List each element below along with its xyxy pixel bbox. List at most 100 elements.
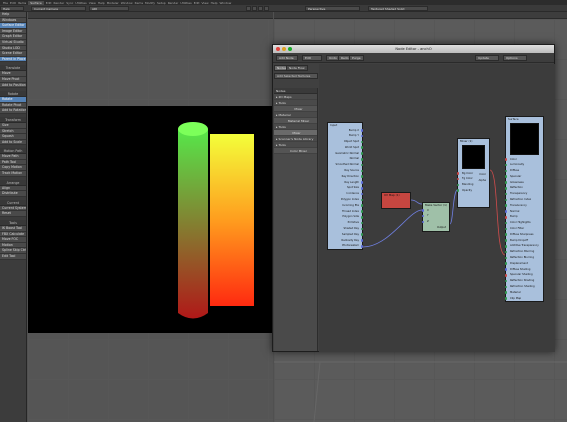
node-mixer[interactable]: Mixer (1) Bg Color Fg Color Blending Opacity… xyxy=(456,138,490,208)
port-dot[interactable] xyxy=(421,214,425,218)
node-list-item[interactable]: Color Mixer xyxy=(274,148,317,154)
menu-item[interactable]: View xyxy=(89,1,96,5)
port-dot[interactable] xyxy=(456,172,460,175)
menu-item[interactable]: Utilities xyxy=(75,1,86,5)
view-mode-select[interactable]: Perspective xyxy=(305,6,360,11)
viewport-zoom-button[interactable] xyxy=(258,6,263,11)
menu-item[interactable]: Window xyxy=(219,1,231,5)
node-editor-titlebar[interactable]: Node Editor - anchO xyxy=(273,45,554,53)
port-dot[interactable] xyxy=(504,181,508,184)
port-dot[interactable] xyxy=(360,221,364,225)
port-dot[interactable] xyxy=(504,279,508,283)
port-dot[interactable] xyxy=(504,163,508,167)
port-dot[interactable] xyxy=(360,239,364,242)
port-dot[interactable] xyxy=(360,233,364,236)
node-editor-window[interactable]: Node Editor - anchO Add Node Edit Undo Redo… xyxy=(272,44,555,352)
port-dot[interactable] xyxy=(504,239,508,242)
port-dot[interactable] xyxy=(504,175,508,178)
port-dot[interactable] xyxy=(360,227,364,231)
sidebar-item[interactable]: Distribute xyxy=(0,191,26,197)
port-dot[interactable] xyxy=(360,181,364,184)
menu-item[interactable]: Help xyxy=(211,1,218,5)
viewport-rotate-button[interactable] xyxy=(252,6,257,11)
port-dot[interactable] xyxy=(360,198,364,202)
port-dot[interactable] xyxy=(504,169,508,173)
port-dot[interactable] xyxy=(360,175,364,178)
sidebar-item[interactable]: Edit Tool xyxy=(0,254,26,260)
node-toolbar-button[interactable]: Options xyxy=(503,55,527,61)
menu-item[interactable]: Help xyxy=(98,1,105,5)
node-filter-input[interactable]: Add Selected Textures xyxy=(274,73,318,79)
menu-item[interactable]: File xyxy=(3,1,8,5)
port-dot[interactable] xyxy=(360,204,364,207)
node-menu-button[interactable]: Edit xyxy=(302,55,322,61)
sidebar-item[interactable]: Add to Rotation xyxy=(0,108,26,114)
port-dot[interactable] xyxy=(360,216,364,219)
maximize-icon[interactable] xyxy=(288,47,292,51)
port-dot[interactable] xyxy=(504,250,508,254)
menu-item[interactable]: Items xyxy=(18,1,26,5)
menu-item[interactable]: Utilities xyxy=(180,1,191,5)
port-dot[interactable] xyxy=(504,262,508,265)
port-dot[interactable] xyxy=(421,220,425,224)
port-dot[interactable] xyxy=(421,209,425,212)
port-dot[interactable] xyxy=(456,189,460,192)
sidebar-item[interactable]: Reset xyxy=(0,211,26,218)
viewport-move-button[interactable] xyxy=(246,6,251,11)
port-dot[interactable] xyxy=(504,221,508,225)
port-dot[interactable] xyxy=(504,285,508,289)
sidebar-item[interactable]: Add to Position xyxy=(0,82,26,89)
menu-item[interactable]: Modeler xyxy=(107,1,119,5)
port-dot[interactable] xyxy=(504,227,508,231)
sidebar-item[interactable]: Add to Scale xyxy=(0,139,26,146)
camera-select[interactable]: Current Camera xyxy=(31,6,86,11)
port-dot[interactable] xyxy=(360,192,364,196)
viewport-max-button[interactable] xyxy=(264,6,269,11)
port-dot[interactable] xyxy=(504,245,508,248)
port-dot[interactable] xyxy=(504,274,508,277)
port-dot[interactable] xyxy=(504,210,508,213)
node-canvas[interactable]: Input Bump X Bump Y Object Spot World Spot Ge… xyxy=(319,64,555,352)
node-make-vector[interactable]: Make Vector (1) X Y Z Output xyxy=(421,202,450,232)
node-menu-button[interactable]: Purge xyxy=(349,55,364,61)
port-dot[interactable] xyxy=(456,183,460,187)
node-input[interactable]: Input Bump X Bump Y Object Spot World Spot Ge… xyxy=(327,122,364,251)
menu-item[interactable]: Sync xyxy=(66,1,73,5)
port-dot[interactable] xyxy=(504,297,508,300)
port-dot[interactable] xyxy=(360,134,364,138)
port-dot[interactable] xyxy=(360,163,364,167)
menu-item[interactable]: Setup xyxy=(157,1,166,5)
left-view-select[interactable]: ADI xyxy=(89,6,129,11)
render-preview[interactable] xyxy=(28,106,273,333)
port-dot[interactable] xyxy=(504,216,508,219)
port-dot[interactable] xyxy=(360,158,364,161)
tab-node-flow[interactable]: Node Flow xyxy=(286,65,308,71)
menu-item[interactable]: Render xyxy=(54,1,65,5)
close-icon[interactable] xyxy=(276,47,280,51)
port-dot[interactable] xyxy=(360,152,364,155)
port-dot[interactable] xyxy=(360,169,364,173)
port-dot[interactable] xyxy=(456,177,460,181)
menu-item[interactable]: Edit xyxy=(46,1,52,5)
menu-item[interactable]: Items xyxy=(135,1,143,5)
minimize-icon[interactable] xyxy=(282,47,286,51)
port-dot[interactable] xyxy=(360,146,364,149)
port-dot[interactable] xyxy=(504,268,508,271)
port-dot[interactable] xyxy=(504,198,508,202)
node-surface[interactable]: Surface Color Luminosity Diffuse Specular Glo… xyxy=(504,116,544,303)
port-dot[interactable] xyxy=(360,140,364,144)
help-dropdown[interactable]: Help xyxy=(0,6,24,11)
port-dot[interactable] xyxy=(504,192,508,196)
port-dot[interactable] xyxy=(504,204,508,207)
node-menu-button[interactable]: Add Node xyxy=(276,55,298,61)
port-dot[interactable] xyxy=(504,233,508,236)
menu-item[interactable]: View xyxy=(202,1,209,5)
port-dot[interactable] xyxy=(360,129,364,132)
port-dot[interactable] xyxy=(504,158,508,161)
port-dot[interactable] xyxy=(504,256,508,260)
port-dot[interactable] xyxy=(360,245,364,248)
port-dot[interactable] xyxy=(504,291,508,294)
port-dot[interactable] xyxy=(504,187,508,190)
sidebar-item[interactable]: Track Motion xyxy=(0,171,26,177)
menu-item[interactable]: Modify xyxy=(145,1,155,5)
